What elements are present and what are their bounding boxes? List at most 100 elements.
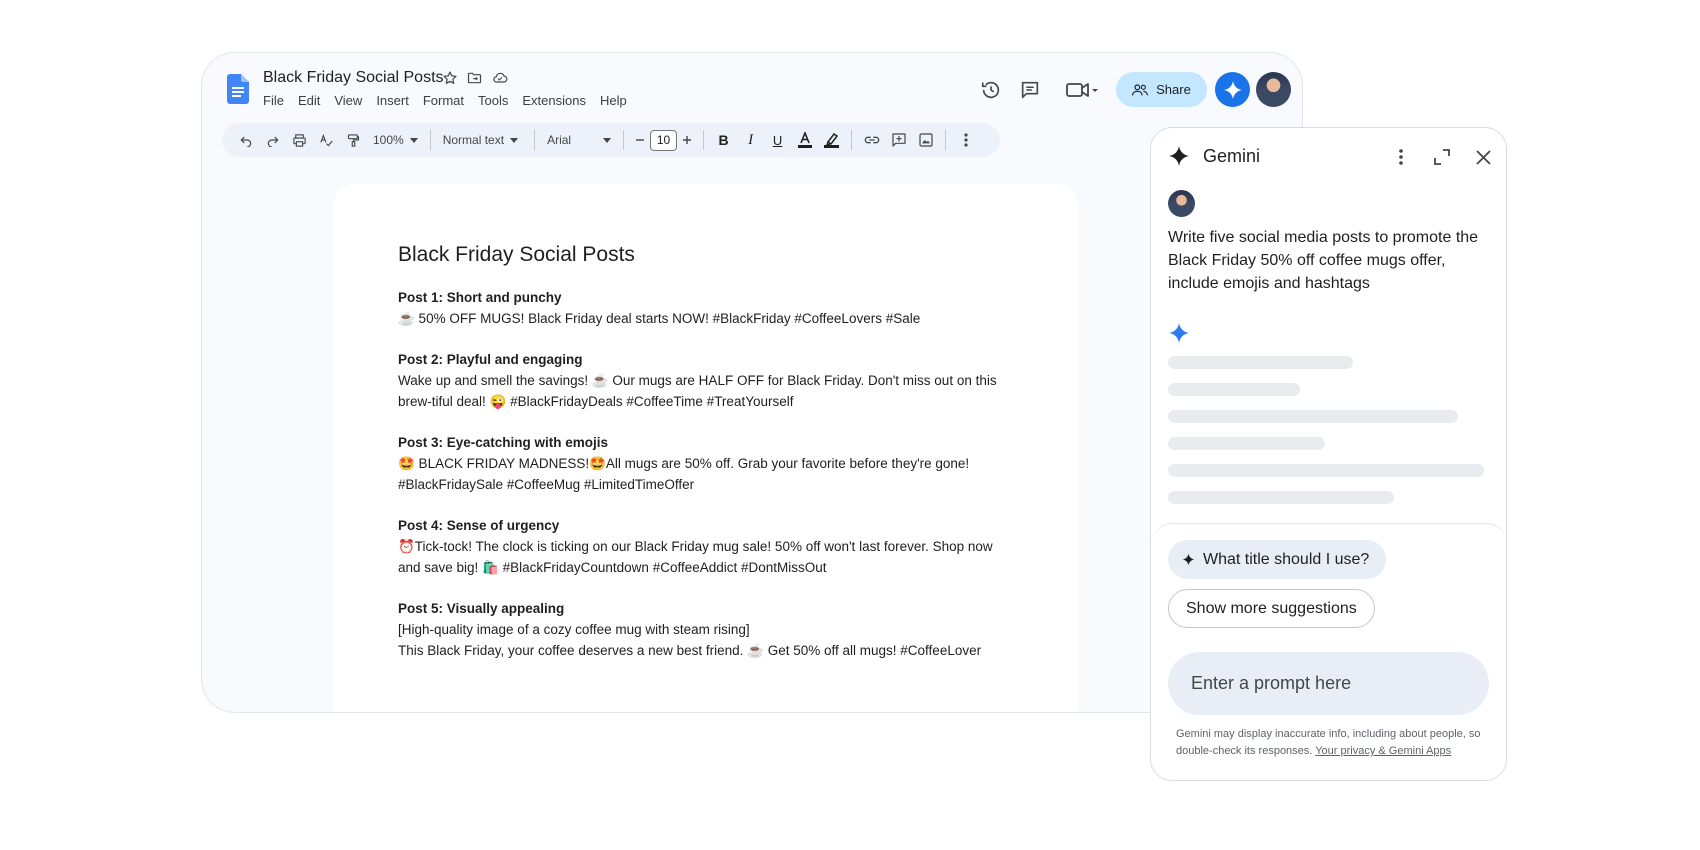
user-prompt-text: Write five social media posts to promote… bbox=[1168, 229, 1479, 292]
close-icon[interactable] bbox=[1473, 147, 1493, 167]
loading-skeleton-line bbox=[1168, 383, 1300, 396]
post-line: ☕ 50% OFF MUGS! Black Friday deal starts… bbox=[398, 311, 921, 326]
toolbar-divider bbox=[703, 130, 705, 150]
paint-format-icon[interactable] bbox=[340, 128, 367, 152]
user-avatar bbox=[1168, 190, 1195, 217]
chevron-down-icon bbox=[409, 137, 418, 143]
gemini-panel: Gemini Write five social media posts to … bbox=[1150, 127, 1507, 781]
post-line: Wake up and smell the savings! ☕ Our mug… bbox=[398, 373, 997, 388]
redo-icon[interactable] bbox=[259, 128, 286, 152]
cloud-status-icon[interactable] bbox=[491, 70, 509, 86]
post-line: brew-tiful deal! 😜 #BlackFridayDeals #Co… bbox=[398, 394, 794, 409]
post-block: Post 4: Sense of urgency ⏰Tick-tock! The… bbox=[398, 515, 1018, 578]
post-line: and save big! 🛍️ #BlackFridayCountdown #… bbox=[398, 560, 827, 575]
text-color-icon[interactable] bbox=[791, 128, 818, 152]
suggestion-chip-label: What title should I use? bbox=[1203, 550, 1370, 568]
post-title: Post 2: Playful and engaging bbox=[398, 352, 583, 367]
menu-insert[interactable]: Insert bbox=[376, 93, 409, 108]
decrease-font-size-button[interactable] bbox=[630, 128, 650, 152]
post-line: [High-quality image of a cozy coffee mug… bbox=[398, 622, 750, 637]
expand-icon[interactable] bbox=[1432, 147, 1452, 167]
menu-tools[interactable]: Tools bbox=[478, 93, 508, 108]
document-heading: Black Friday Social Posts bbox=[398, 243, 635, 266]
gemini-button[interactable] bbox=[1215, 72, 1250, 107]
menu-edit[interactable]: Edit bbox=[298, 93, 320, 108]
title-icons bbox=[442, 70, 509, 86]
share-button[interactable]: Share bbox=[1116, 72, 1207, 107]
comment-icon[interactable] bbox=[1019, 79, 1041, 101]
move-folder-icon[interactable] bbox=[466, 70, 483, 86]
document-body[interactable]: Black Friday Social Posts Post 1: Short … bbox=[398, 243, 1018, 681]
doc-title-field[interactable]: Black Friday Social Posts bbox=[263, 69, 444, 87]
show-more-suggestions-button[interactable]: Show more suggestions bbox=[1168, 589, 1375, 628]
user-avatar[interactable] bbox=[1256, 72, 1291, 107]
toolbar-divider bbox=[534, 130, 536, 150]
post-title: Post 1: Short and punchy bbox=[398, 290, 562, 305]
gemini-spark-icon bbox=[1168, 322, 1190, 344]
disclaimer-text: Gemini may display inaccurate info, incl… bbox=[1176, 726, 1491, 760]
docs-window: Black Friday Social Posts File Edit View… bbox=[201, 52, 1303, 713]
formatting-toolbar: 100% Normal text Arial 10 B I U bbox=[222, 123, 1000, 157]
menu-format[interactable]: Format bbox=[423, 93, 464, 108]
image-icon[interactable] bbox=[912, 128, 939, 152]
gemini-spark-icon bbox=[1182, 553, 1195, 566]
link-icon[interactable] bbox=[858, 128, 885, 152]
toolbar-divider bbox=[851, 130, 853, 150]
meet-icon[interactable] bbox=[1066, 80, 1098, 100]
share-label: Share bbox=[1156, 82, 1191, 97]
menu-file[interactable]: File bbox=[263, 93, 284, 108]
highlight-icon[interactable] bbox=[818, 128, 845, 152]
menu-view[interactable]: View bbox=[334, 93, 362, 108]
bold-icon[interactable]: B bbox=[710, 128, 737, 152]
post-line: #BlackFridaySale #CoffeeMug #LimitedTime… bbox=[398, 477, 695, 492]
toolbar-divider bbox=[623, 130, 625, 150]
post-line: 🤩 BLACK FRIDAY MADNESS!🤩All mugs are 50%… bbox=[398, 456, 970, 471]
prompt-input[interactable]: Enter a prompt here bbox=[1168, 652, 1489, 715]
italic-icon[interactable]: I bbox=[737, 128, 764, 152]
gemini-spark-icon bbox=[1223, 80, 1242, 99]
loading-skeleton-line bbox=[1168, 491, 1394, 504]
style-value: Normal text bbox=[442, 133, 505, 147]
font-select[interactable]: Arial bbox=[541, 133, 617, 147]
toolbar-divider bbox=[429, 130, 431, 150]
increase-font-size-button[interactable] bbox=[677, 128, 697, 152]
kebab-menu-icon[interactable] bbox=[1391, 147, 1411, 167]
privacy-link[interactable]: Your privacy & Gemini Apps bbox=[1315, 745, 1451, 757]
suggestion-chip[interactable]: What title should I use? bbox=[1168, 540, 1387, 579]
loading-skeleton-line bbox=[1168, 464, 1484, 477]
toolbar-divider bbox=[945, 130, 947, 150]
add-comment-icon[interactable] bbox=[885, 128, 912, 152]
loading-skeleton-line bbox=[1168, 410, 1458, 423]
undo-icon[interactable] bbox=[232, 128, 259, 152]
print-icon[interactable] bbox=[286, 128, 313, 152]
underline-icon[interactable]: U bbox=[764, 128, 791, 152]
chevron-down-icon bbox=[603, 137, 612, 143]
gemini-panel-title: Gemini bbox=[1203, 146, 1261, 166]
history-icon[interactable] bbox=[980, 79, 1002, 101]
spellcheck-icon[interactable] bbox=[313, 128, 340, 152]
gemini-input-area: What title should I use? Show more sugge… bbox=[1151, 523, 1506, 780]
post-title: Post 4: Sense of urgency bbox=[398, 518, 560, 533]
docs-logo-icon[interactable] bbox=[227, 74, 249, 104]
zoom-value: 100% bbox=[373, 133, 404, 147]
font-value: Arial bbox=[547, 133, 572, 147]
post-line: This Black Friday, your coffee deserves … bbox=[398, 643, 982, 658]
people-icon bbox=[1132, 83, 1149, 95]
post-block: Post 3: Eye-catching with emojis 🤩 BLACK… bbox=[398, 432, 1018, 495]
menu-bar: File Edit View Insert Format Tools Exten… bbox=[263, 93, 627, 108]
chevron-down-icon bbox=[510, 137, 519, 143]
zoom-select[interactable]: 100% bbox=[367, 133, 424, 147]
document-page[interactable]: Black Friday Social Posts Post 1: Short … bbox=[333, 184, 1079, 712]
loading-skeleton-line bbox=[1168, 437, 1325, 450]
post-block: Post 2: Playful and engaging Wake up and… bbox=[398, 349, 1018, 412]
menu-extensions[interactable]: Extensions bbox=[522, 93, 586, 108]
post-title: Post 5: Visually appealing bbox=[398, 601, 565, 616]
post-line: ⏰Tick-tock! The clock is ticking on our … bbox=[398, 539, 993, 554]
more-icon[interactable] bbox=[952, 128, 979, 152]
post-title: Post 3: Eye-catching with emojis bbox=[398, 435, 609, 450]
font-size-input[interactable]: 10 bbox=[650, 129, 678, 151]
star-icon[interactable] bbox=[442, 70, 458, 86]
style-select[interactable]: Normal text bbox=[437, 133, 528, 147]
menu-help[interactable]: Help bbox=[600, 93, 627, 108]
post-block: Post 5: Visually appealing [High-quality… bbox=[398, 598, 1018, 661]
